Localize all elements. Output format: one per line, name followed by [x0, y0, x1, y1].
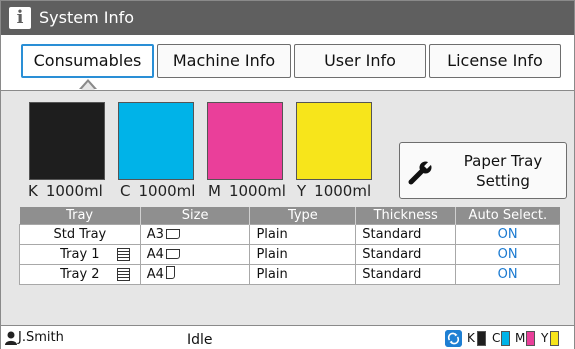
ink-swatch-y — [296, 102, 372, 180]
mini-ink-bar-c — [501, 331, 510, 346]
ink-label-c: C 1000ml — [120, 182, 196, 200]
system-info-window: i System Info Consumables Machine Info U… — [0, 0, 575, 349]
column-header-size: Size — [139, 207, 250, 225]
tray-thickness: Standard — [355, 244, 457, 265]
list-icon — [116, 248, 130, 261]
ink-label-k: K 1000ml — [28, 182, 103, 200]
paper-tray-setting-button[interactable]: Paper Tray Setting — [399, 142, 567, 199]
paper-portrait-icon — [165, 266, 175, 279]
sync-icon[interactable] — [445, 330, 462, 347]
ink-swatch-m — [207, 102, 283, 180]
column-header-thickness: Thickness — [355, 207, 456, 225]
ink-label-m: M 1000ml — [208, 182, 286, 200]
tray-table: Tray Size Type Thickness Auto Select. St… — [19, 207, 560, 285]
tray-type: Plain — [249, 264, 357, 285]
table-row[interactable]: Std Tray A3 Plain Standard ON — [19, 224, 560, 245]
title-bar: i System Info — [1, 1, 574, 35]
tray-thickness: Standard — [355, 224, 457, 245]
ink-swatch-k — [29, 102, 105, 180]
tray-thickness: Standard — [355, 264, 457, 285]
mini-ink-bar-y — [550, 331, 559, 346]
tab-license-info[interactable]: License Info — [429, 44, 561, 78]
tray-size: A3 — [139, 224, 251, 245]
mini-ink-bar-k — [477, 331, 486, 346]
column-header-tray: Tray — [19, 207, 141, 225]
table-header-row: Tray Size Type Thickness Auto Select. — [19, 207, 560, 225]
tab-user-info[interactable]: User Info — [294, 44, 426, 78]
tray-size: A4 — [139, 244, 251, 265]
tray-size: A4 — [139, 264, 251, 285]
user-name[interactable]: J.Smith — [18, 330, 64, 346]
mini-ink-label-m: M — [515, 331, 526, 345]
ink-label-y: Y 1000ml — [297, 182, 372, 200]
machine-status: Idle — [187, 332, 213, 348]
mini-ink-bar-m — [526, 331, 535, 346]
status-bar: J.Smith Idle K C M Y — [1, 325, 574, 349]
tray-name: Std Tray — [19, 224, 141, 245]
tray-type: Plain — [249, 244, 357, 265]
table-row[interactable]: Tray 2 A4 Plain Standard ON — [19, 264, 560, 285]
tab-consumables[interactable]: Consumables — [21, 44, 154, 78]
ink-swatch-c — [118, 102, 194, 180]
column-header-auto-select: Auto Select. — [455, 207, 560, 225]
list-icon — [116, 268, 130, 281]
mini-ink-label-y: Y — [541, 331, 549, 345]
tab-machine-info[interactable]: Machine Info — [157, 44, 291, 78]
tray-auto-select: ON — [455, 224, 560, 245]
mini-ink-label-k: K — [467, 331, 475, 345]
column-header-type: Type — [249, 207, 356, 225]
tray-name: Tray 2 — [19, 264, 141, 285]
table-row[interactable]: Tray 1 A4 Plain Standard ON — [19, 244, 560, 265]
window-title: System Info — [39, 8, 135, 27]
wrench-icon — [408, 159, 434, 185]
paper-tray-label-line2: Setting — [476, 172, 530, 190]
paper-landscape-icon — [165, 229, 180, 239]
paper-tray-label-line1: Paper Tray — [463, 152, 543, 170]
tray-auto-select: ON — [455, 264, 560, 285]
info-icon: i — [9, 7, 31, 29]
user-icon — [5, 331, 17, 345]
paper-landscape-icon — [165, 249, 180, 259]
tray-auto-select: ON — [455, 244, 560, 265]
mini-ink-label-c: C — [492, 331, 501, 345]
tray-name: Tray 1 — [19, 244, 141, 265]
tray-type: Plain — [249, 224, 357, 245]
